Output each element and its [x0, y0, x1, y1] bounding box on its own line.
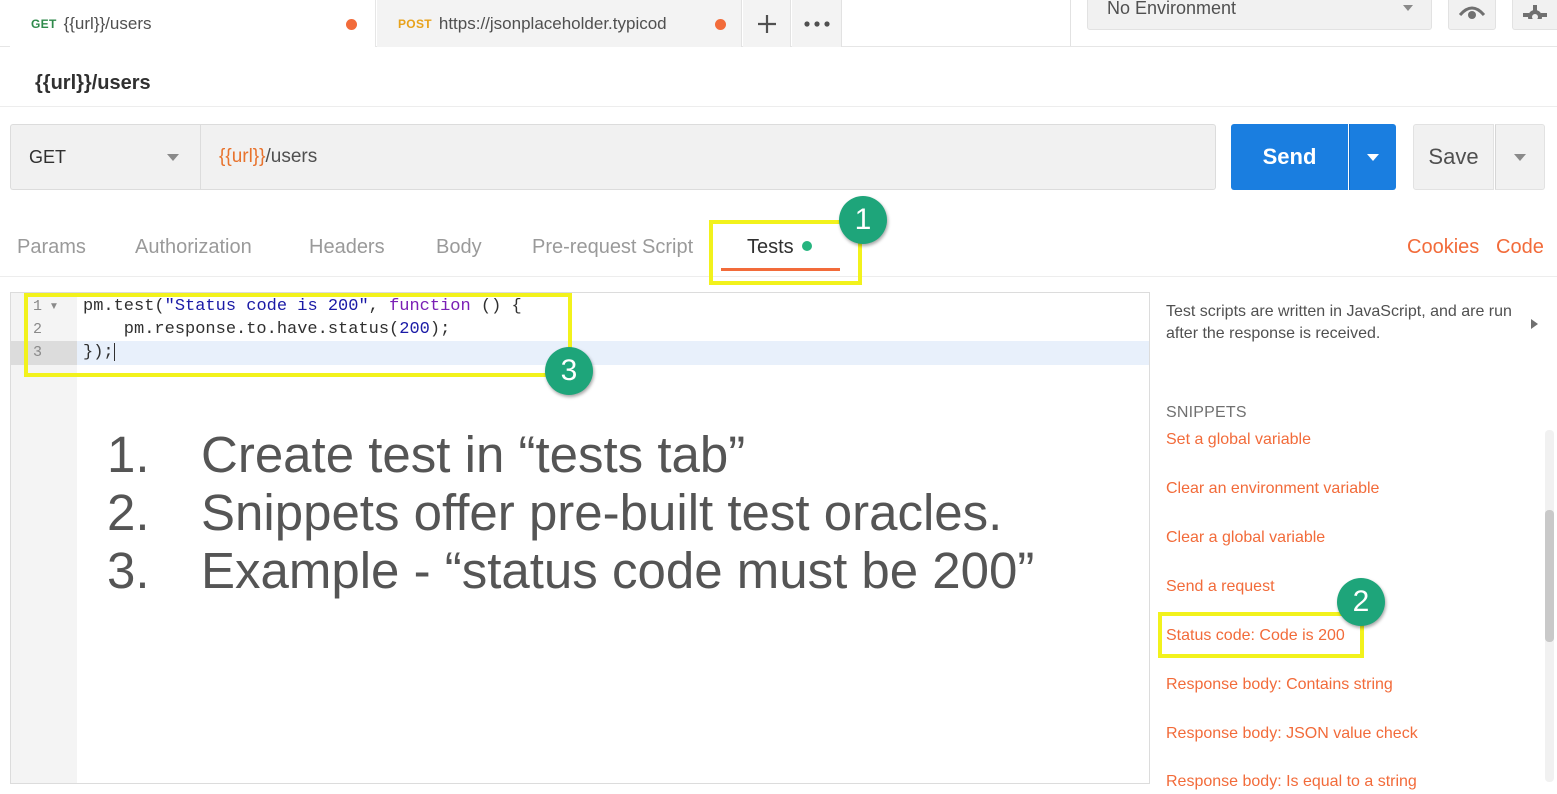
more-tabs-button[interactable] — [792, 0, 842, 47]
snippet-link[interactable]: Clear an environment variable — [1166, 480, 1379, 498]
url-input[interactable]: {{url}}/users — [200, 124, 1216, 190]
tab-title: {{url}}/users — [63, 13, 152, 33]
snippet-link[interactable]: Response body: Is equal to a string — [1166, 773, 1417, 791]
unsaved-dot — [715, 19, 726, 30]
tab-authorization[interactable]: Authorization — [135, 236, 252, 259]
annotation-item: 2. Snippets offer pre-built test oracles. — [107, 484, 1034, 542]
tab-body[interactable]: Body — [436, 236, 482, 259]
tab-pre-request-script[interactable]: Pre-request Script — [532, 236, 693, 259]
annotation-text: Create test in “tests tab” — [201, 426, 746, 483]
save-button[interactable]: Save — [1413, 124, 1494, 190]
snippet-link[interactable]: Response body: JSON value check — [1166, 725, 1418, 743]
snippet-link[interactable]: Response body: Contains string — [1166, 676, 1393, 694]
snippet-link[interactable]: Send a request — [1166, 578, 1275, 596]
code-highlight — [24, 293, 572, 377]
method-badge: GET — [31, 16, 57, 31]
annotation-text: Example - “status code must be 200” — [201, 542, 1035, 599]
tests-help-text: Test scripts are written in JavaScript, … — [1166, 303, 1512, 342]
divider — [1070, 0, 1071, 46]
method-badge: POST — [398, 16, 432, 31]
environment-quick-look-button[interactable] — [1448, 0, 1496, 30]
annotation-list: 1. Create test in “tests tab” 2. Snippets … — [107, 426, 1034, 600]
new-tab-button[interactable] — [743, 0, 791, 47]
url-path: /users — [265, 146, 318, 167]
request-name[interactable]: {{url}}/users — [35, 72, 151, 95]
tab-headers[interactable]: Headers — [309, 236, 385, 259]
send-options-button[interactable] — [1349, 124, 1396, 190]
gear-icon — [1523, 5, 1547, 19]
annotation-number: 3. — [107, 542, 150, 599]
tab-params[interactable]: Params — [17, 236, 86, 259]
request-tab-strip: GET {{url}}/users POST https://jsonplace… — [0, 0, 1557, 47]
http-method-select[interactable]: GET — [10, 124, 200, 190]
chevron-down-icon — [1514, 153, 1526, 161]
annotation-number: 2. — [107, 484, 150, 541]
snippets-heading: SNIPPETS — [1166, 404, 1247, 421]
step-badge-3: 3 — [545, 347, 593, 395]
settings-button[interactable] — [1512, 0, 1557, 30]
plus-icon — [757, 14, 776, 33]
tests-tab-highlight — [709, 220, 862, 285]
step-badge-2: 2 — [1337, 578, 1385, 626]
snippet-highlight — [1158, 612, 1364, 658]
annotation-item: 3. Example - “status code must be 200” — [107, 542, 1034, 600]
code-link[interactable]: Code — [1496, 236, 1544, 259]
snippet-link[interactable]: Set a global variable — [1166, 431, 1311, 449]
divider — [0, 106, 1557, 107]
step-badge-1: 1 — [839, 196, 887, 244]
annotation-item: 1. Create test in “tests tab” — [107, 426, 1034, 484]
request-tab-get-users[interactable]: GET {{url}}/users — [10, 0, 376, 47]
snippets-scrollbar-thumb[interactable] — [1545, 510, 1554, 642]
chevron-down-icon — [1403, 5, 1413, 11]
chevron-down-icon — [167, 154, 179, 161]
annotation-text: Snippets offer pre-built test oracles. — [201, 484, 1003, 541]
tab-title: https://jsonplaceholder.typicod — [438, 13, 667, 33]
unsaved-dot — [346, 19, 357, 30]
chevron-down-icon — [1367, 153, 1379, 161]
save-options-button[interactable] — [1495, 124, 1545, 190]
cookies-link[interactable]: Cookies — [1407, 236, 1479, 259]
annotation-number: 1. — [107, 426, 150, 483]
http-method-label: GET — [29, 146, 67, 167]
eye-icon — [1459, 6, 1485, 19]
environment-select[interactable]: No Environment — [1087, 0, 1432, 30]
collapse-panel-icon[interactable] — [1531, 319, 1538, 329]
ellipsis-icon — [803, 20, 830, 27]
send-button[interactable]: Send — [1231, 124, 1348, 190]
request-tab-post[interactable]: POST https://jsonplaceholder.typicod — [377, 0, 742, 47]
url-variable: {{url}} — [219, 146, 266, 167]
snippet-link[interactable]: Clear a global variable — [1166, 529, 1325, 547]
environment-label: No Environment — [1107, 0, 1237, 18]
